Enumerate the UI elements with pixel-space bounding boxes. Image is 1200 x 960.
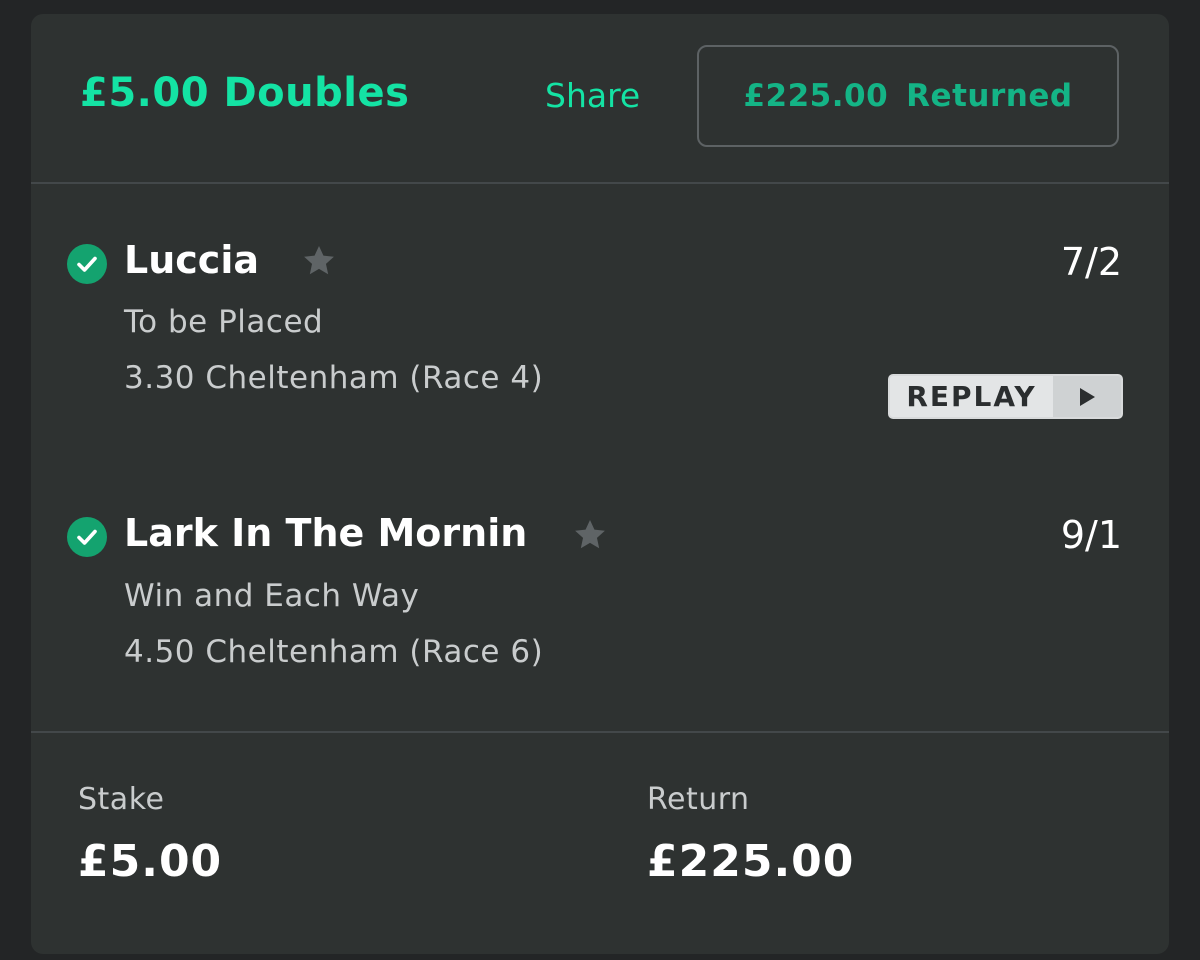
bet-header: £5.00 Doubles Share £225.00 Returned: [31, 14, 1169, 184]
check-circle-icon: [67, 517, 107, 557]
odds: 9/1: [1060, 513, 1122, 557]
replay-button[interactable]: REPLAY: [888, 374, 1123, 419]
horse-name: Luccia: [124, 238, 259, 282]
market-name: To be Placed: [124, 304, 324, 340]
replay-label: REPLAY: [890, 376, 1053, 417]
divider: [31, 731, 1169, 733]
play-icon: [1053, 376, 1121, 417]
returned-label: Returned: [906, 78, 1073, 114]
star-icon[interactable]: [571, 516, 609, 554]
odds: 7/2: [1060, 240, 1122, 284]
star-icon[interactable]: [300, 242, 338, 280]
event-name: 3.30 Cheltenham (Race 4): [124, 360, 544, 396]
bet-card: £5.00 Doubles Share £225.00 Returned Luc…: [31, 14, 1169, 954]
stake-label: Stake: [78, 782, 165, 817]
returned-badge: £225.00 Returned: [697, 45, 1119, 147]
event-name: 4.50 Cheltenham (Race 6): [124, 634, 544, 670]
market-name: Win and Each Way: [124, 578, 420, 614]
horse-name: Lark In The Mornin: [124, 511, 528, 555]
return-label: Return: [647, 782, 750, 817]
stake-value: £5.00: [78, 836, 223, 887]
share-button[interactable]: Share: [545, 76, 640, 115]
return-value: £225.00: [647, 836, 855, 887]
bet-title: £5.00 Doubles: [80, 70, 410, 116]
check-circle-icon: [67, 244, 107, 284]
returned-amount: £225.00: [743, 78, 889, 114]
